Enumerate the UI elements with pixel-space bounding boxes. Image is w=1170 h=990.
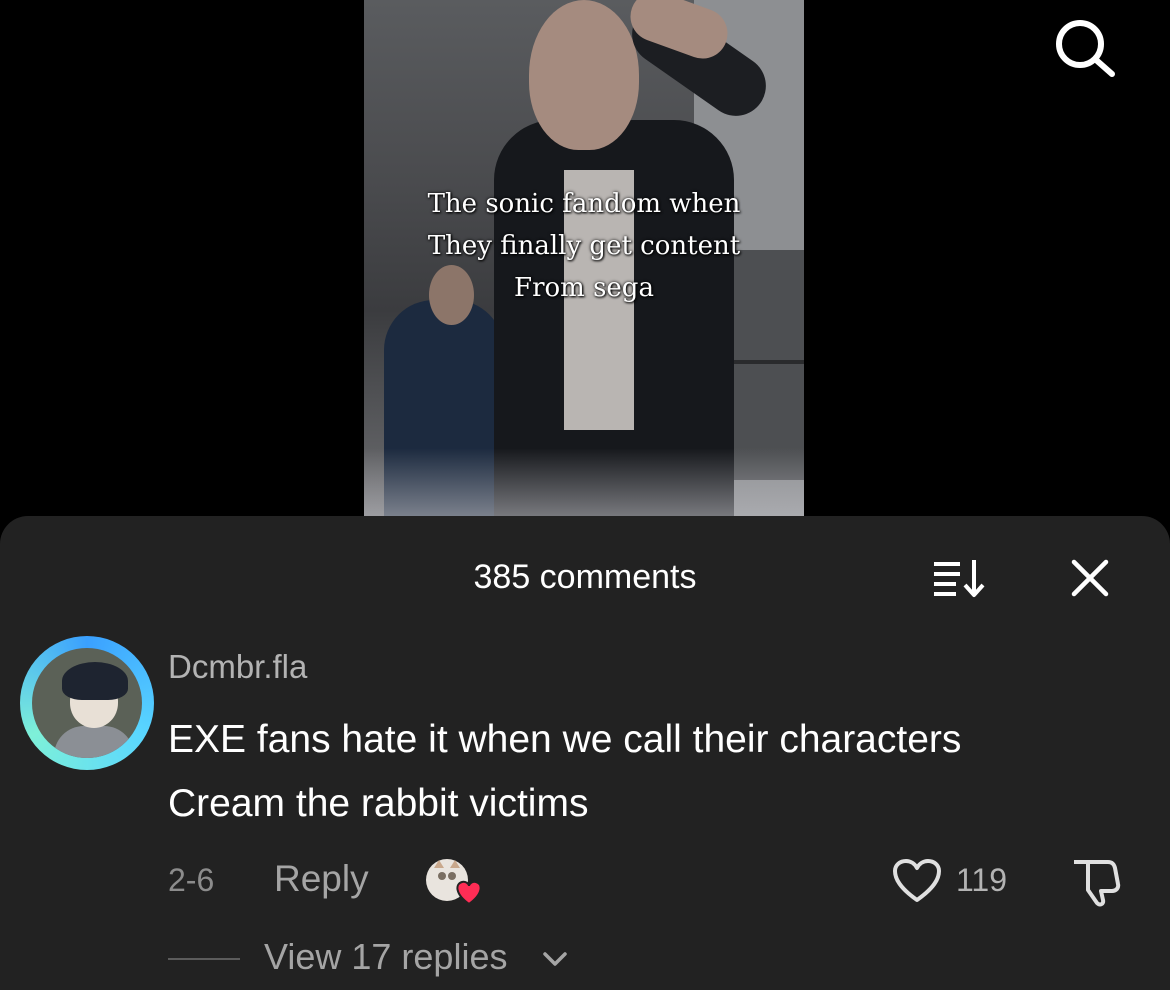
search-icon[interactable] (1050, 16, 1122, 78)
video-shelf-edge (724, 360, 804, 364)
avatar-body (54, 726, 134, 758)
comment-date: 2-6 (168, 862, 215, 898)
caption-line: They finally get content (427, 231, 741, 261)
caption-line: From sega (514, 273, 654, 303)
heart-icon[interactable] (892, 858, 942, 904)
replies-divider (168, 958, 240, 960)
creator-liked-avatar-icon (426, 859, 482, 906)
close-icon[interactable] (1068, 558, 1112, 598)
avatar-hair (62, 662, 128, 700)
video-player[interactable]: The sonic fandom when They finally get c… (364, 0, 804, 518)
view-replies-button[interactable]: View 17 replies (264, 936, 507, 978)
reply-button[interactable]: Reply (274, 858, 369, 900)
dislike-icon[interactable] (1068, 856, 1124, 908)
comment-text: EXE fans hate it when we call their char… (168, 708, 1158, 836)
video-caption: The sonic fandom when They finally get c… (364, 183, 804, 309)
comment-text-line: Cream the rabbit victims (168, 782, 589, 825)
sort-icon[interactable] (930, 556, 990, 600)
video-person-head (529, 0, 639, 150)
comments-count-title: 385 comments (473, 558, 697, 596)
video-floor-blur (364, 448, 804, 518)
comment-username[interactable]: Dcmbr.fla (168, 648, 307, 686)
caption-line: The sonic fandom when (427, 189, 741, 219)
avatar[interactable] (32, 648, 142, 758)
like-count: 119 (956, 862, 1008, 898)
chevron-down-icon[interactable] (540, 948, 570, 970)
comment-text-line: EXE fans hate it when we call their char… (168, 718, 962, 761)
